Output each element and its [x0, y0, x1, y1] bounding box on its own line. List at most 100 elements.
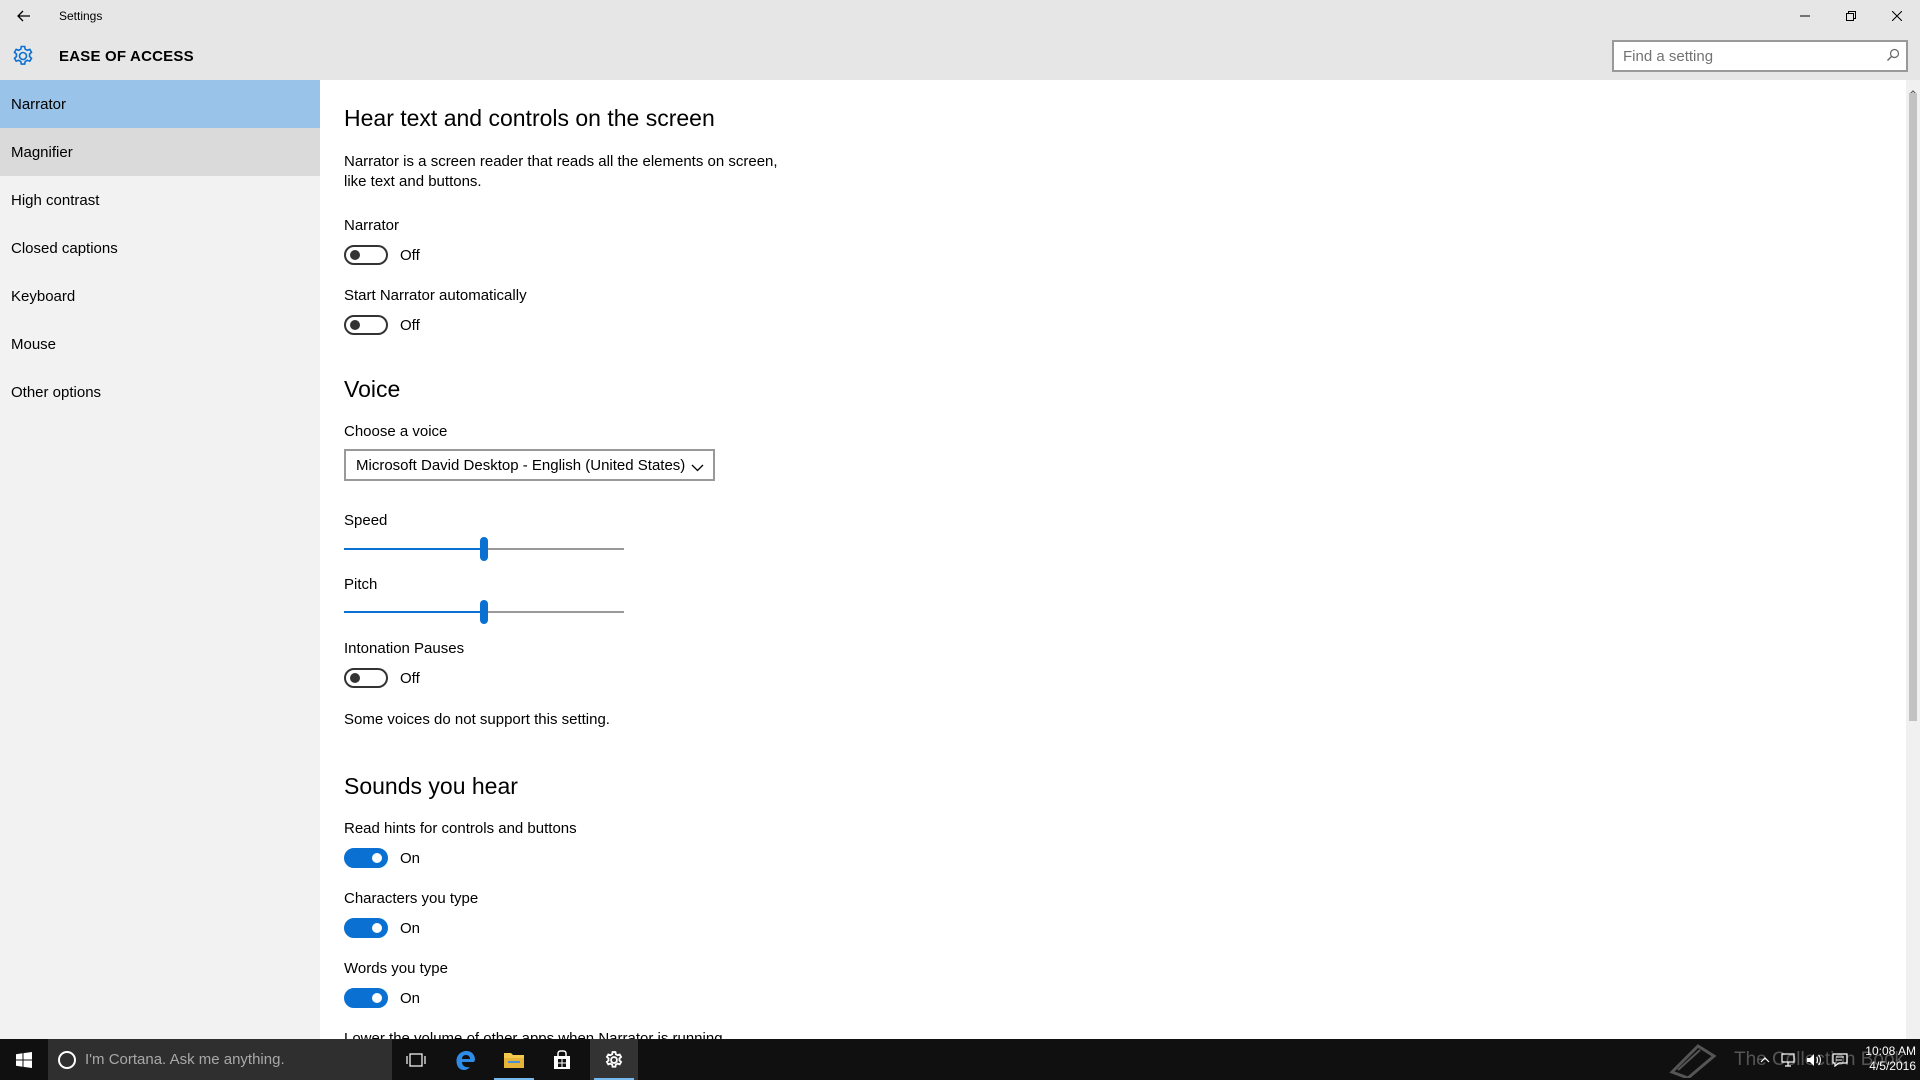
search-icon[interactable]: [1886, 48, 1900, 67]
read-hints-label: Read hints for controls and buttons: [344, 820, 577, 837]
sidebar-item-closed-captions[interactable]: Closed captions: [0, 224, 320, 272]
scrollbar-thumb[interactable]: [1909, 93, 1917, 721]
read-hints-toggle-row: On: [344, 848, 420, 868]
search-input[interactable]: [1614, 42, 1874, 70]
section-title: EASE OF ACCESS: [59, 48, 194, 65]
voice-heading: Voice: [344, 376, 401, 402]
toggle-knob: [372, 993, 382, 1003]
toggle-knob: [372, 923, 382, 933]
clock-date: 4/5/2016: [1869, 1059, 1916, 1073]
intonation-state: Off: [400, 669, 420, 687]
speed-label: Speed: [344, 512, 388, 529]
settings-app-button[interactable]: [590, 1039, 638, 1080]
windows-logo-icon: [16, 1051, 32, 1068]
back-button[interactable]: [0, 0, 48, 32]
words-toggle[interactable]: [344, 988, 388, 1008]
sidebar-item-other-options[interactable]: Other options: [0, 368, 320, 416]
sidebar-item-label: Mouse: [11, 335, 57, 353]
choose-voice-label: Choose a voice: [344, 423, 448, 440]
intonation-toggle[interactable]: [344, 668, 388, 688]
sidebar-item-label: High contrast: [11, 191, 100, 209]
read-hints-state: On: [400, 849, 421, 867]
narrator-toggle[interactable]: [344, 245, 388, 265]
characters-label: Characters you type: [344, 890, 479, 907]
sidebar-item-label: Keyboard: [11, 287, 76, 305]
sidebar-item-label: Magnifier: [11, 143, 73, 161]
chevron-down-icon: [691, 459, 704, 476]
system-tray: [1760, 1039, 1848, 1080]
cortana-icon: [58, 1050, 76, 1069]
narrator-description: Narrator is a screen reader that reads a…: [344, 152, 778, 192]
edge-app-button[interactable]: [442, 1039, 490, 1080]
narrator-label: Narrator: [344, 217, 400, 234]
slider-fill: [344, 611, 484, 613]
start-narrator-state: Off: [400, 316, 420, 334]
task-view-icon: [406, 1052, 426, 1067]
toggle-knob: [350, 320, 360, 330]
taskbar: I'm Cortana. Ask me anything. The Collec…: [0, 1039, 1920, 1080]
restore-icon: [1846, 11, 1856, 21]
minimize-icon: [1800, 15, 1810, 17]
sidebar-item-keyboard[interactable]: Keyboard: [0, 272, 320, 320]
volume-icon[interactable]: [1806, 1053, 1822, 1067]
description-line: Narrator is a screen reader that reads a…: [344, 153, 778, 170]
start-narrator-toggle-row: Off: [344, 315, 420, 335]
characters-toggle-row: On: [344, 918, 420, 938]
file-explorer-button[interactable]: [490, 1039, 538, 1080]
window-title: Settings: [59, 9, 103, 23]
pitch-slider[interactable]: [344, 600, 624, 624]
toggle-knob: [372, 853, 382, 863]
settings-gear-icon: [605, 1050, 623, 1068]
sidebar-item-label: Narrator: [11, 95, 67, 113]
sidebar-item-magnifier[interactable]: Magnifier: [0, 128, 320, 176]
sidebar: Narrator Magnifier High contrast Closed …: [0, 80, 320, 1039]
pitch-label: Pitch: [344, 576, 378, 593]
settings-content: Hear text and controls on the screen Nar…: [320, 80, 1906, 1039]
title-bar: Settings: [0, 0, 1920, 32]
narrator-state: Off: [400, 246, 420, 264]
characters-state: On: [400, 919, 421, 937]
sidebar-item-narrator[interactable]: Narrator: [0, 80, 320, 128]
start-narrator-toggle[interactable]: [344, 315, 388, 335]
task-view-button[interactable]: [392, 1039, 440, 1080]
store-app-button[interactable]: [538, 1039, 586, 1080]
speed-slider[interactable]: [344, 537, 624, 561]
intonation-note: Some voices do not support this setting.: [344, 711, 610, 728]
minimize-button[interactable]: [1782, 0, 1828, 32]
search-box[interactable]: [1612, 40, 1908, 72]
words-state: On: [400, 989, 421, 1007]
sounds-heading: Sounds you hear: [344, 773, 518, 799]
slider-fill: [344, 548, 484, 550]
book-icon: [1669, 1043, 1717, 1078]
store-bag-icon: [554, 1049, 570, 1069]
network-icon[interactable]: [1780, 1052, 1796, 1067]
intonation-label: Intonation Pauses: [344, 640, 465, 657]
start-narrator-label: Start Narrator automatically: [344, 287, 527, 304]
voice-dropdown[interactable]: Microsoft David Desktop - English (Unite…: [344, 449, 715, 481]
slider-thumb[interactable]: [480, 600, 488, 624]
intonation-toggle-row: Off: [344, 668, 420, 688]
toggle-knob: [350, 250, 360, 260]
close-button[interactable]: [1874, 0, 1920, 32]
sidebar-item-label: Other options: [11, 383, 102, 401]
lower-volume-label: Lower the volume of other apps when Narr…: [344, 1030, 723, 1039]
characters-toggle[interactable]: [344, 918, 388, 938]
words-toggle-row: On: [344, 988, 420, 1008]
sidebar-item-label: Closed captions: [11, 239, 118, 257]
sidebar-item-high-contrast[interactable]: High contrast: [0, 176, 320, 224]
page-heading: Hear text and controls on the screen: [344, 105, 715, 131]
read-hints-toggle[interactable]: [344, 848, 388, 868]
sidebar-item-mouse[interactable]: Mouse: [0, 320, 320, 368]
taskbar-clock[interactable]: 10:08 AM 4/5/2016: [1846, 1044, 1916, 1074]
start-button[interactable]: [0, 1039, 48, 1080]
folder-icon: [504, 1052, 524, 1068]
narrator-toggle-row: Off: [344, 245, 420, 265]
restore-button[interactable]: [1828, 0, 1874, 32]
settings-header: EASE OF ACCESS: [0, 32, 1920, 80]
slider-thumb[interactable]: [480, 537, 488, 561]
chevron-up-icon[interactable]: [1760, 1056, 1770, 1063]
voice-dropdown-value: Microsoft David Desktop - English (Unite…: [356, 456, 686, 474]
close-icon: [1892, 11, 1902, 21]
cortana-search-box[interactable]: I'm Cortana. Ask me anything.: [48, 1039, 392, 1080]
words-label: Words you type: [344, 960, 448, 977]
